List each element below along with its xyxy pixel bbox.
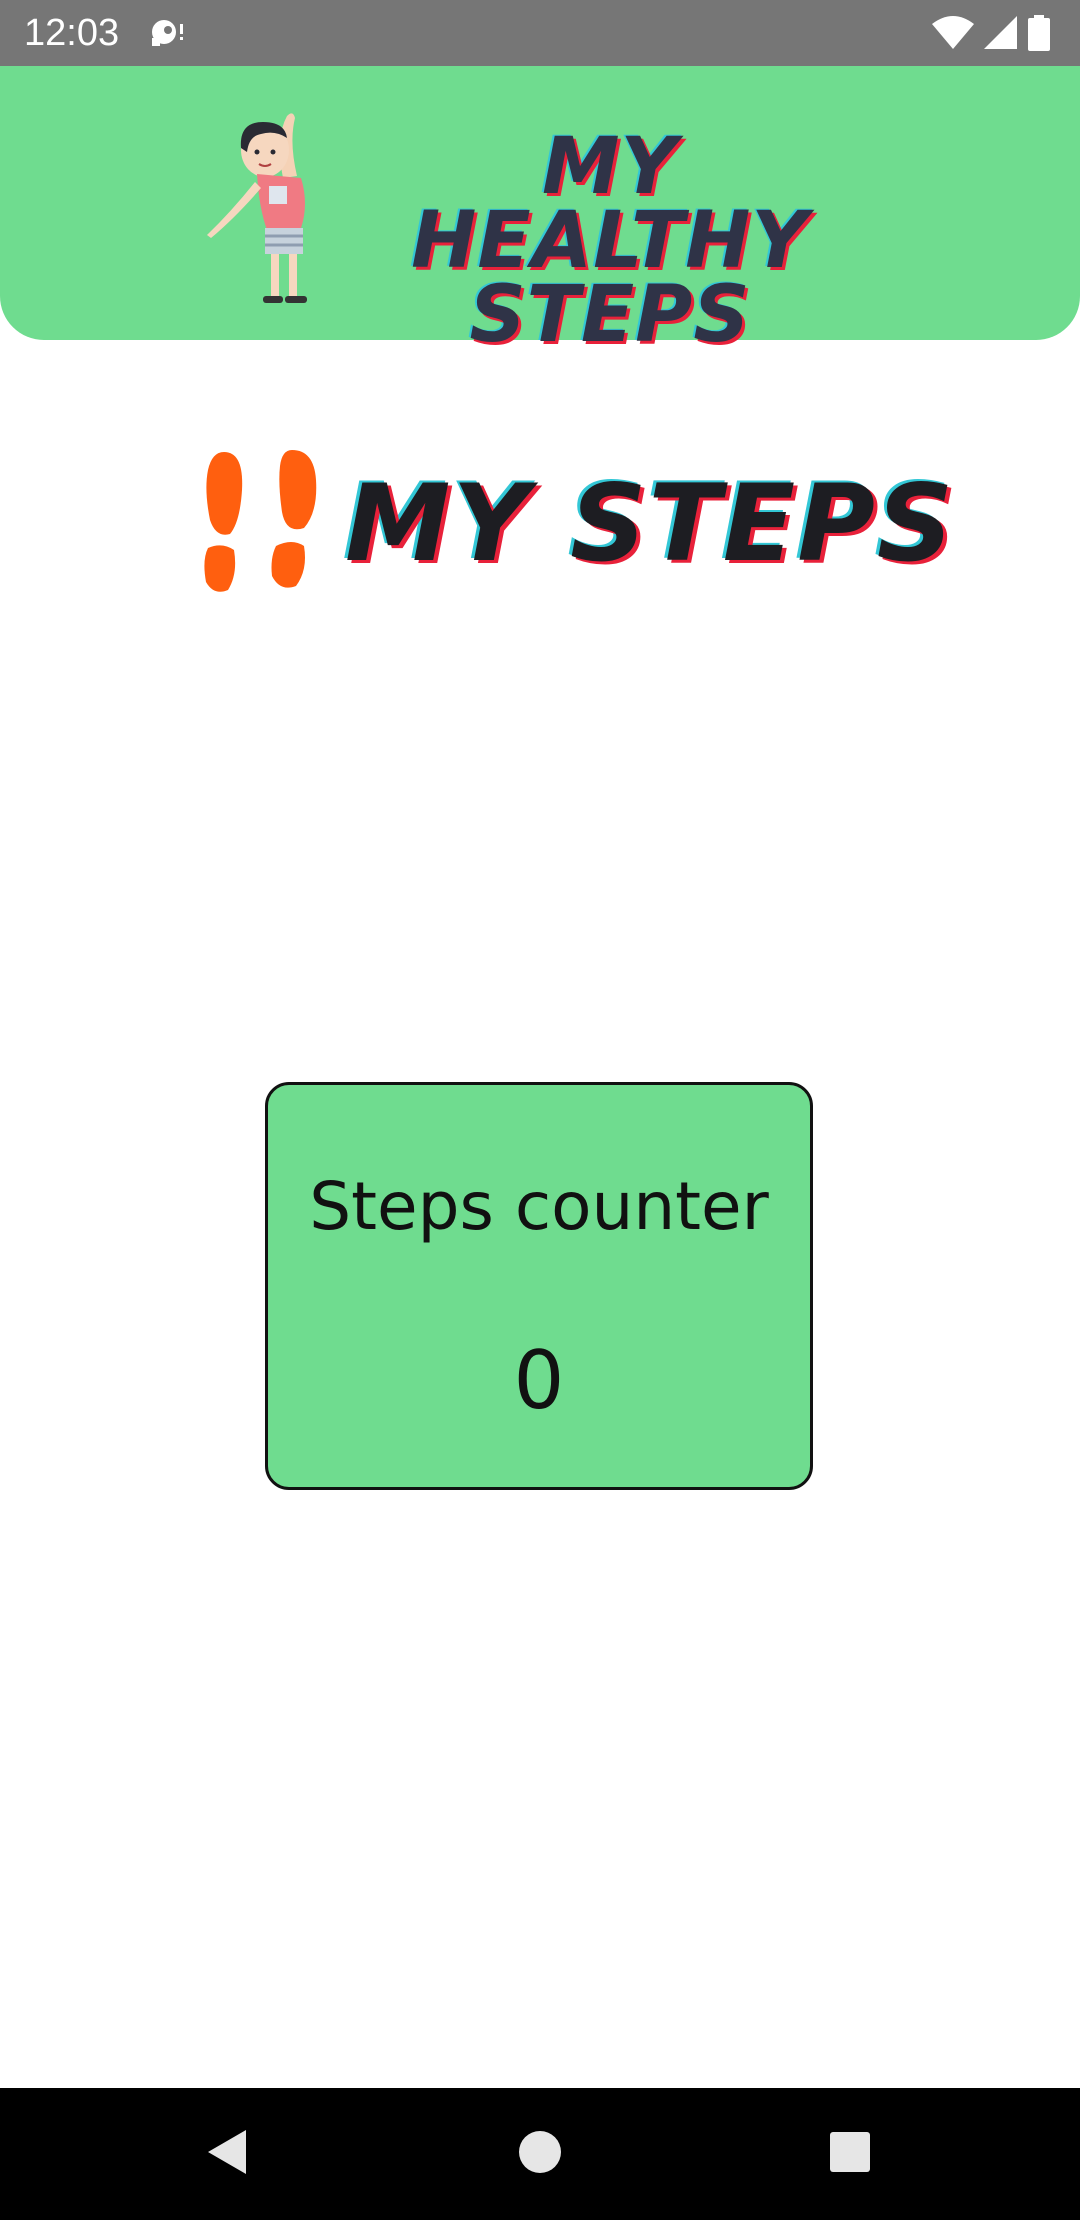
- app-logo-line1: MY HEALTHY: [411, 122, 809, 286]
- app-screen: 12:03 MY HEALTHY STEPS MY STEPS Steps co…: [0, 0, 1080, 2220]
- app-logo-line2: STEPS: [469, 270, 751, 360]
- back-icon: [206, 2128, 250, 2180]
- status-bar: 12:03: [0, 0, 1080, 66]
- back-button[interactable]: [192, 2118, 264, 2190]
- status-time: 12:03: [24, 12, 120, 54]
- home-icon: [518, 2130, 562, 2178]
- battery-icon: [1028, 15, 1050, 51]
- stretching-kid-icon: [205, 108, 355, 308]
- status-icons: [932, 14, 1050, 52]
- footprints-icon: [200, 450, 325, 595]
- steps-counter-label: Steps counter: [309, 1168, 769, 1245]
- recents-button[interactable]: [814, 2118, 886, 2190]
- steps-counter-value: 0: [513, 1334, 565, 1427]
- recents-icon: [829, 2131, 871, 2177]
- home-button[interactable]: [504, 2118, 576, 2190]
- steps-counter-card: Steps counter 0: [265, 1082, 813, 1490]
- my-steps-title: MY STEPS: [345, 462, 956, 585]
- wifi-icon: [932, 16, 974, 50]
- notification-icon: [148, 14, 188, 50]
- app-logo-title: MY HEALTHY STEPS: [340, 122, 880, 360]
- cellular-signal-icon: [984, 16, 1018, 50]
- system-navigation-bar: [0, 2088, 1080, 2220]
